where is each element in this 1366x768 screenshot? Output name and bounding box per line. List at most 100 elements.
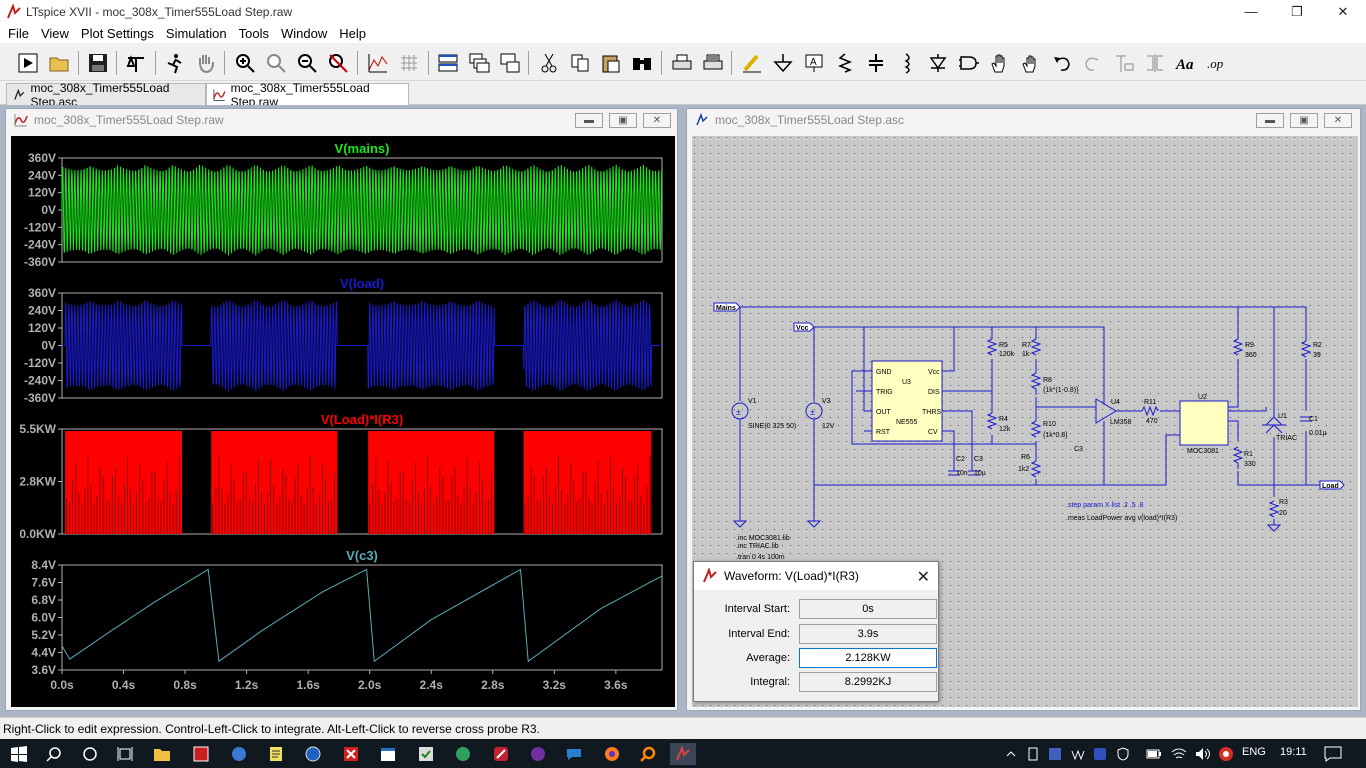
directive-inc-moc[interactable]: .inc MOC3081.lib xyxy=(736,535,790,542)
tray-chrome-icon[interactable] xyxy=(1215,743,1237,765)
cut-icon[interactable] xyxy=(536,50,562,76)
spice-directive-icon[interactable]: .op xyxy=(1204,50,1230,76)
menu-file[interactable]: File xyxy=(2,26,35,41)
open-folder-icon[interactable] xyxy=(46,50,72,76)
interval-start-field[interactable]: 0s xyxy=(799,599,937,619)
app-red-icon[interactable] xyxy=(190,743,212,765)
maximize-icon[interactable]: ▣ xyxy=(609,113,637,128)
app-globe-green-icon[interactable] xyxy=(452,743,474,765)
directive-inc-triac[interactable]: .inc TRIAC.lib xyxy=(736,543,779,550)
new-schematic-icon[interactable] xyxy=(15,50,41,76)
maximize-icon[interactable]: ▣ xyxy=(1290,113,1318,128)
text-icon[interactable]: Aa xyxy=(1173,50,1199,76)
task-view-icon[interactable] xyxy=(114,743,136,765)
app-globe-icon[interactable] xyxy=(302,743,324,765)
drag-hand-icon[interactable] xyxy=(1018,50,1044,76)
app-purple-icon[interactable] xyxy=(527,743,549,765)
windows-start-icon[interactable] xyxy=(8,743,30,765)
close-icon[interactable]: ✕ xyxy=(1320,0,1366,23)
close-icon[interactable]: ✕ xyxy=(643,113,671,128)
paste-icon[interactable] xyxy=(598,50,624,76)
zoom-cancel-icon[interactable] xyxy=(325,50,351,76)
app-blue-icon[interactable] xyxy=(228,743,250,765)
draw-wire-icon[interactable] xyxy=(739,50,765,76)
zoom-out-icon[interactable] xyxy=(294,50,320,76)
tile-vertical-icon[interactable] xyxy=(497,50,523,76)
app-red-pen-icon[interactable] xyxy=(490,743,512,765)
file-explorer-icon[interactable] xyxy=(151,743,173,765)
tray-chevron-up-icon[interactable] xyxy=(1000,743,1022,765)
app-checklist-icon[interactable] xyxy=(415,743,437,765)
firefox-icon[interactable] xyxy=(601,743,623,765)
label-net-icon[interactable]: A xyxy=(801,50,827,76)
close-icon[interactable]: ✕ xyxy=(917,567,930,587)
waveform-dialog-titlebar[interactable]: Waveform: V(Load)*I(R3) xyxy=(694,562,938,590)
waveform-window[interactable]: moc_308x_Timer555Load Step.raw ▬ ▣ ✕ V(m… xyxy=(5,108,678,711)
minimize-icon[interactable]: ▬ xyxy=(575,113,603,128)
mirror-icon[interactable] xyxy=(1142,50,1168,76)
run-icon[interactable] xyxy=(162,50,188,76)
clock[interactable]: 19:11 xyxy=(1280,746,1307,758)
integral-field[interactable]: 8.2992KJ xyxy=(799,672,937,692)
print-icon[interactable] xyxy=(669,50,695,76)
menu-view[interactable]: View xyxy=(35,26,75,41)
redo-icon[interactable] xyxy=(1080,50,1106,76)
menu-plot-settings[interactable]: Plot Settings xyxy=(75,26,160,41)
u2-body[interactable] xyxy=(1179,400,1229,446)
minimize-icon[interactable]: — xyxy=(1228,0,1274,23)
app-calendar-icon[interactable] xyxy=(377,743,399,765)
power-burst-1[interactable] xyxy=(211,431,338,534)
directive-tran[interactable]: .tran 0 4s 100m xyxy=(736,554,785,561)
move-hand-icon[interactable] xyxy=(987,50,1013,76)
resistor-icon[interactable] xyxy=(832,50,858,76)
directive-meas[interactable]: .meas LoadPower avg v(load)*I(R3) xyxy=(1066,515,1177,522)
tray-shield-icon[interactable] xyxy=(1112,743,1134,765)
tray-app-icon[interactable] xyxy=(1044,743,1066,765)
language-indicator[interactable]: ENG xyxy=(1242,746,1266,758)
print-preview-icon[interactable] xyxy=(700,50,726,76)
tray-file-icon[interactable] xyxy=(1022,743,1044,765)
grid-icon[interactable] xyxy=(396,50,422,76)
trace-v-load[interactable] xyxy=(62,299,662,392)
capacitor-icon[interactable] xyxy=(863,50,889,76)
tab-schematic[interactable]: moc_308x_Timer555Load Step.asc xyxy=(6,81,206,109)
search-icon[interactable] xyxy=(43,743,65,765)
trace-v-mains[interactable] xyxy=(61,164,663,256)
zoom-fit-icon[interactable] xyxy=(263,50,289,76)
network-wifi-icon[interactable] xyxy=(1168,743,1190,765)
waveform-plots[interactable]: V(mains) 360V 240V 120V 0V -120V -240V -360V V(l… xyxy=(11,136,675,707)
cascade-icon[interactable] xyxy=(466,50,492,76)
waveform-dialog[interactable]: Waveform: V(Load)*I(R3) ✕ Interval Start… xyxy=(693,561,939,702)
power-burst-2[interactable] xyxy=(368,431,495,534)
trace-v-c3[interactable] xyxy=(61,568,663,663)
menu-help[interactable]: Help xyxy=(333,26,372,41)
tray-bluetooth-icon[interactable] xyxy=(1089,743,1111,765)
app-notes-icon[interactable] xyxy=(265,743,287,765)
notifications-icon[interactable] xyxy=(1322,743,1344,765)
control-panel-icon[interactable] xyxy=(123,50,149,76)
volume-icon[interactable] xyxy=(1192,743,1214,765)
cortana-icon[interactable] xyxy=(79,743,101,765)
plot-pane-frame[interactable] xyxy=(61,564,663,671)
app-chat-icon[interactable] xyxy=(563,743,585,765)
directive-step[interactable]: .step param X list .2 .5 .8 xyxy=(1066,502,1144,509)
zoom-in-icon[interactable] xyxy=(232,50,258,76)
average-field[interactable]: 2.128KW xyxy=(799,648,937,668)
interval-end-field[interactable]: 3.9s xyxy=(799,624,937,644)
minimize-icon[interactable]: ▬ xyxy=(1256,113,1284,128)
menu-simulation[interactable]: Simulation xyxy=(160,26,233,41)
battery-icon[interactable] xyxy=(1143,743,1165,765)
tile-horizontal-icon[interactable] xyxy=(435,50,461,76)
waveform-plot-area[interactable]: V(mains) 360V 240V 120V 0V -120V -240V -360V V(l… xyxy=(11,136,675,707)
menu-window[interactable]: Window xyxy=(275,26,333,41)
component-icon[interactable] xyxy=(956,50,982,76)
tab-waveform[interactable]: moc_308x_Timer555Load Step.raw xyxy=(206,81,409,109)
inductor-icon[interactable] xyxy=(894,50,920,76)
tray-wifi-app-icon[interactable] xyxy=(1067,743,1089,765)
app-search-orange-icon[interactable] xyxy=(637,743,659,765)
ltspice-taskbar-icon[interactable] xyxy=(670,743,696,765)
ground-icon[interactable] xyxy=(770,50,796,76)
save-icon[interactable] xyxy=(85,50,111,76)
undo-icon[interactable] xyxy=(1049,50,1075,76)
restore-icon[interactable]: ❐ xyxy=(1274,0,1320,23)
